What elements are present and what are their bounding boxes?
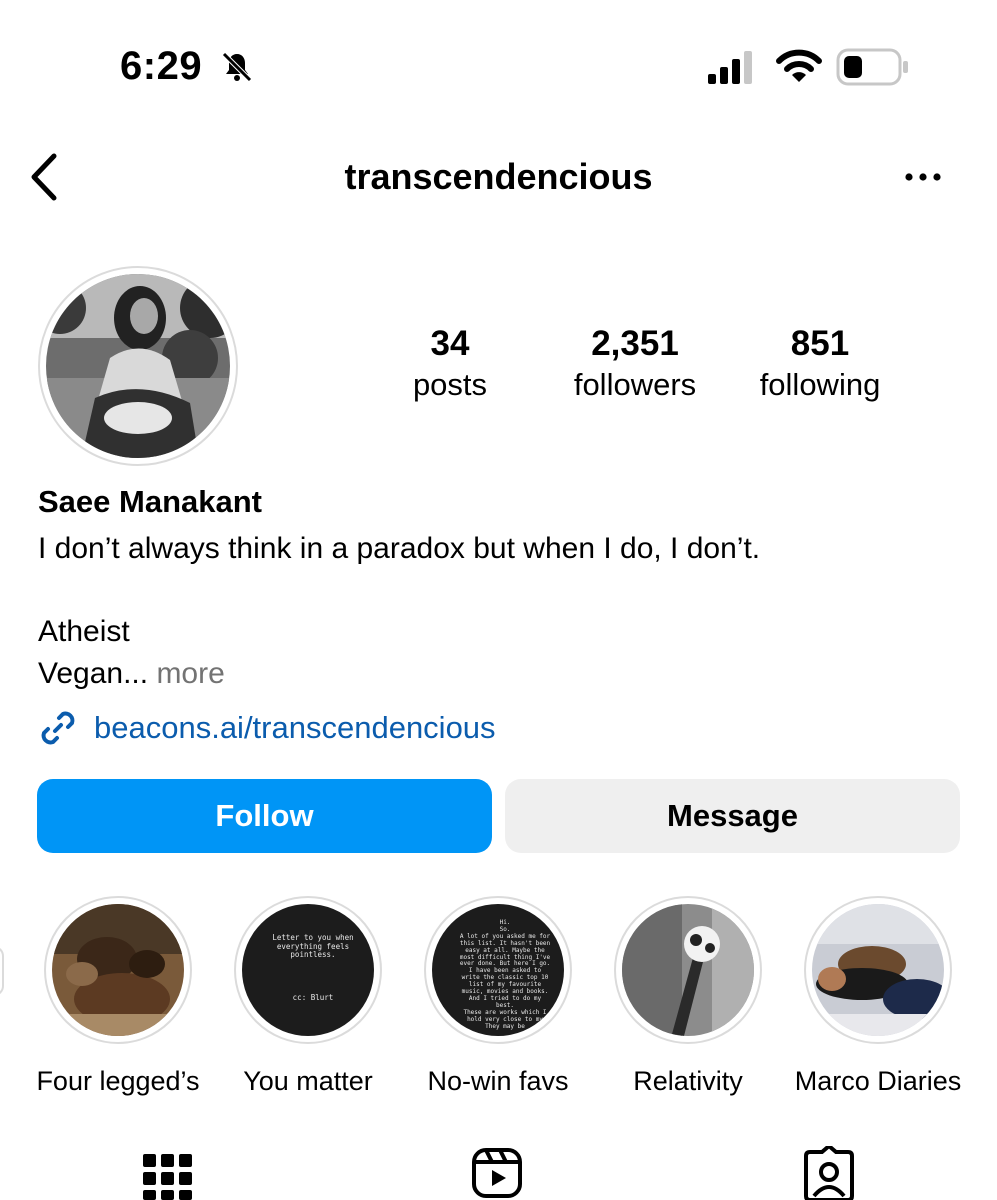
- more-dots-icon[interactable]: [900, 162, 946, 192]
- link-icon: [41, 711, 75, 745]
- highlight-label: You matter: [243, 1066, 373, 1096]
- highlight-offscreen-edge: [0, 946, 4, 996]
- grid-icon[interactable]: [141, 1146, 195, 1200]
- stat-followers-label: followers: [573, 367, 697, 402]
- bell-slash-icon: [222, 52, 252, 82]
- highlight-thumb-text: Letter to you when everything feels poin…: [242, 904, 374, 1036]
- reels-icon[interactable]: [470, 1146, 524, 1200]
- message-button[interactable]: Message: [505, 779, 960, 853]
- bio-line-3: Vegan...: [38, 657, 149, 690]
- status-time: 6:29: [120, 44, 203, 88]
- avatar[interactable]: [38, 266, 238, 466]
- bio-line-2: Atheist: [38, 615, 130, 648]
- stat-following-label: following: [759, 367, 881, 402]
- highlight-marco-diaries[interactable]: Marco Diaries: [783, 896, 973, 1097]
- highlight-ring: Letter to you when everything feels poin…: [234, 896, 382, 1044]
- highlight-label: Marco Diaries: [794, 1066, 962, 1096]
- stat-posts-label: posts: [412, 367, 488, 402]
- thumb-text-line: They may be: [485, 1022, 525, 1030]
- highlight-ring: [44, 896, 192, 1044]
- highlight-thumb-dogs: [52, 904, 184, 1036]
- highlight-you-matter[interactable]: Letter to you when everything feels poin…: [213, 896, 403, 1097]
- thumb-text-line: cc: Blurt: [292, 992, 334, 1002]
- profile-username: transcendencious: [344, 156, 653, 197]
- profile-full-name: Saee Manakant: [38, 484, 262, 519]
- highlight-ring: Hi. So. A lot of you asked me for this l…: [424, 896, 572, 1044]
- highlight-thumb-relativity: [622, 904, 754, 1036]
- stat-followers-count: 2,351: [591, 324, 679, 363]
- highlight-ring: [614, 896, 762, 1044]
- highlight-ring: [804, 896, 952, 1044]
- stat-posts-count: 34: [430, 324, 470, 363]
- stat-followers[interactable]: 2,351 followers: [555, 324, 715, 406]
- highlight-label: No-win favs: [427, 1066, 569, 1096]
- bio-line-3-row: Vegan... more: [38, 657, 225, 691]
- stat-following[interactable]: 851 following: [740, 324, 900, 406]
- profile-link-text[interactable]: beacons.ai/transcendencious: [94, 710, 496, 746]
- highlight-thumb-text: Hi. So. A lot of you asked me for this l…: [432, 904, 564, 1036]
- avatar-photo: [46, 274, 230, 458]
- cellular-signal-icon: [708, 51, 752, 84]
- bio-more-link[interactable]: more: [148, 657, 224, 690]
- bio-line-1: I don’t always think in a paradox but wh…: [38, 532, 761, 565]
- tagged-icon[interactable]: [802, 1146, 856, 1200]
- highlight-label: Relativity: [633, 1066, 743, 1096]
- highlight-four-legged[interactable]: Four legged’s: [23, 896, 213, 1097]
- battery-icon: [836, 48, 908, 86]
- profile-link[interactable]: beacons.ai/transcendencious: [38, 708, 496, 748]
- follow-button[interactable]: Follow: [37, 779, 492, 853]
- highlight-thumb-marco: [812, 904, 944, 1036]
- stat-following-count: 851: [790, 324, 850, 363]
- stat-posts[interactable]: 34 posts: [370, 324, 530, 406]
- thumb-text-line: pointless.: [290, 950, 336, 960]
- highlight-no-win-favs[interactable]: Hi. So. A lot of you asked me for this l…: [403, 896, 593, 1097]
- highlight-label: Four legged’s: [36, 1066, 200, 1096]
- wifi-icon: [776, 49, 822, 82]
- highlight-relativity[interactable]: Relativity: [593, 896, 783, 1097]
